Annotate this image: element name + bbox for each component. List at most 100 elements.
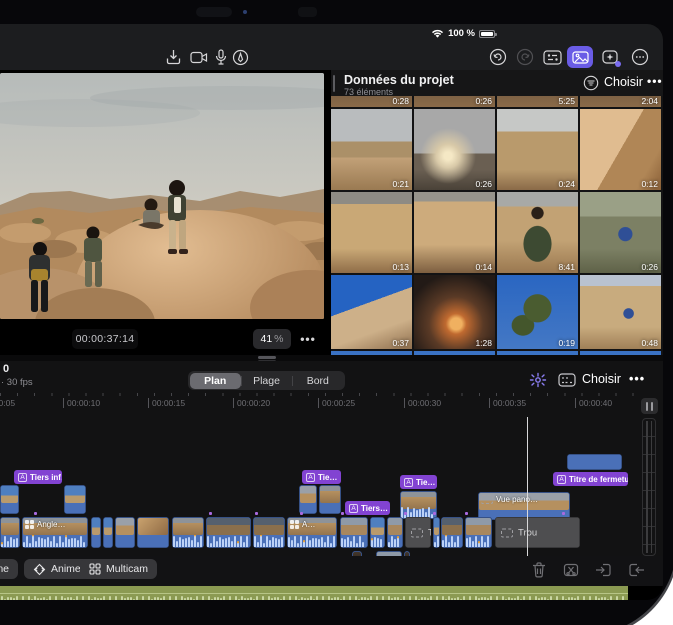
media-thumbnail[interactable]: 0:24 (497, 109, 578, 190)
tab-bord[interactable]: Bord (292, 373, 343, 389)
storyline-clip[interactable] (91, 517, 101, 548)
desert-scene (0, 73, 324, 319)
storyline-clip[interactable] (137, 517, 169, 548)
media-browser-icon[interactable] (567, 46, 593, 68)
camera-icon[interactable] (188, 46, 210, 68)
timeline-scroll-track[interactable] (642, 418, 656, 556)
storyline-clip[interactable]: A… (287, 517, 337, 548)
clip-marker-dot (341, 512, 344, 515)
browser-count: 73 éléments (344, 87, 393, 97)
connected-clip[interactable] (64, 485, 86, 514)
tab-plan[interactable]: Plan (190, 373, 241, 389)
timeline-more-button[interactable]: ••• (629, 372, 645, 386)
storyline-clip[interactable] (387, 517, 403, 548)
storyline-clip[interactable] (253, 517, 285, 548)
inspector-icon[interactable] (541, 46, 563, 68)
media-thumbnail[interactable]: 8:41 (497, 192, 578, 273)
media-thumbnail[interactable]: 0:21 (331, 109, 412, 190)
storyline-clip[interactable] (172, 517, 204, 548)
title-clip[interactable]: ATitre de fermeture (553, 472, 628, 486)
wifi-icon (431, 29, 444, 39)
storyline-clip[interactable] (370, 517, 385, 548)
clipped-left-button[interactable]: ne (0, 559, 18, 579)
timeline-ruler[interactable]: 00:00:0500:00:1000:00:1500:00:2000:00:25… (0, 392, 640, 412)
title-clip-label: Tie… (318, 473, 337, 482)
storyline-clip[interactable] (465, 517, 492, 548)
media-thumbnail[interactable]: 0:19 (497, 275, 578, 349)
connected-clip[interactable] (567, 454, 622, 470)
storyline-clip[interactable]: Angle… (22, 517, 88, 548)
connected-clip[interactable] (299, 485, 317, 514)
storyline-clip[interactable] (115, 517, 135, 548)
timecode-display[interactable]: 00:00:37:14 (72, 329, 138, 349)
media-thumbnail[interactable]: 0:26 (580, 192, 661, 273)
split-icon[interactable] (561, 560, 581, 580)
storyline-clip[interactable] (103, 517, 113, 548)
clip-height-button[interactable] (641, 398, 658, 414)
title-clip-label: Tie… (416, 478, 435, 487)
trash-icon[interactable] (529, 560, 549, 580)
more-icon[interactable] (629, 46, 651, 68)
zoom-level-button[interactable]: 41 % (253, 329, 291, 349)
media-thumbnail[interactable]: 0:14 (414, 192, 495, 273)
connected-clip[interactable] (0, 485, 19, 514)
insert-left-icon[interactable] (593, 560, 613, 580)
effects-icon[interactable] (599, 46, 621, 68)
timeline-overview-icon[interactable] (556, 370, 578, 390)
clip-duration: 0:26 (475, 179, 492, 189)
storyline-clip[interactable] (441, 517, 463, 548)
media-thumbnail[interactable]: 0:12 (580, 109, 661, 190)
divider-drag-handle[interactable] (258, 356, 276, 359)
clip-marker-dot (34, 512, 37, 515)
title-clip[interactable]: ATiers… (345, 501, 390, 515)
connected-clip[interactable] (319, 485, 341, 514)
audio-waveform (341, 535, 367, 547)
media-thumbnail[interactable]: 0:37 (331, 275, 412, 349)
multicam-button[interactable]: Multicam (80, 559, 157, 579)
redo-icon[interactable] (514, 46, 536, 68)
media-thumbnail[interactable]: 0:26 (414, 109, 495, 190)
placeholder-badge-icon (481, 495, 493, 504)
media-thumbnail[interactable]: 0:13 (331, 192, 412, 273)
clip-thumbnail (1, 518, 19, 535)
storyline-clip[interactable] (0, 517, 20, 548)
clip-marker-dot (465, 512, 468, 515)
audio-waveform (466, 535, 491, 547)
snapping-icon[interactable] (527, 370, 549, 390)
title-clip[interactable]: ATiers inf… (14, 470, 62, 484)
clip-marker-dot (255, 512, 258, 515)
tab-plage[interactable]: Plage (241, 373, 292, 389)
import-icon[interactable] (162, 46, 184, 68)
viewer-more-button[interactable]: ••• (296, 329, 320, 349)
viewer-video[interactable] (0, 73, 324, 319)
media-thumbnail[interactable]: 0:48 (580, 275, 661, 349)
storyline-clip[interactable] (433, 517, 440, 548)
ruler-label: 00:00:30 (404, 398, 441, 408)
insert-right-icon[interactable] (626, 560, 646, 580)
timeline-choose-button[interactable]: Choisir (582, 372, 621, 386)
volume-line (0, 593, 628, 594)
playhead-line (527, 417, 529, 556)
storyline-clip[interactable] (206, 517, 251, 548)
connected-clip[interactable]: Vue pano… (478, 492, 570, 520)
gap-clip[interactable]: T (405, 517, 431, 548)
media-thumbnail[interactable]: 1:28 (414, 275, 495, 349)
gap-clip[interactable]: Trou (495, 517, 580, 548)
filter-icon[interactable] (583, 75, 599, 96)
clip-thumbnail (92, 518, 100, 535)
pencil-icon[interactable] (229, 46, 251, 68)
storyline-clip[interactable] (340, 517, 368, 548)
undo-icon[interactable] (487, 46, 509, 68)
camera-module (298, 7, 317, 17)
audio-waveform (442, 535, 462, 547)
project-info-line1: 0 (3, 363, 9, 375)
browser-choose-button[interactable]: Choisir (604, 75, 643, 89)
gap-label: Trou (501, 527, 537, 538)
clip-thumbnail (442, 518, 462, 535)
title-clip[interactable]: ATie… (302, 470, 341, 484)
clip-duration: 0:28 (392, 96, 409, 106)
browser-more-button[interactable]: ••• (647, 74, 663, 88)
title-clip[interactable]: ATie… (400, 475, 437, 489)
clip-label: A… (290, 520, 315, 529)
clip-label: Vue pano… (481, 495, 538, 504)
